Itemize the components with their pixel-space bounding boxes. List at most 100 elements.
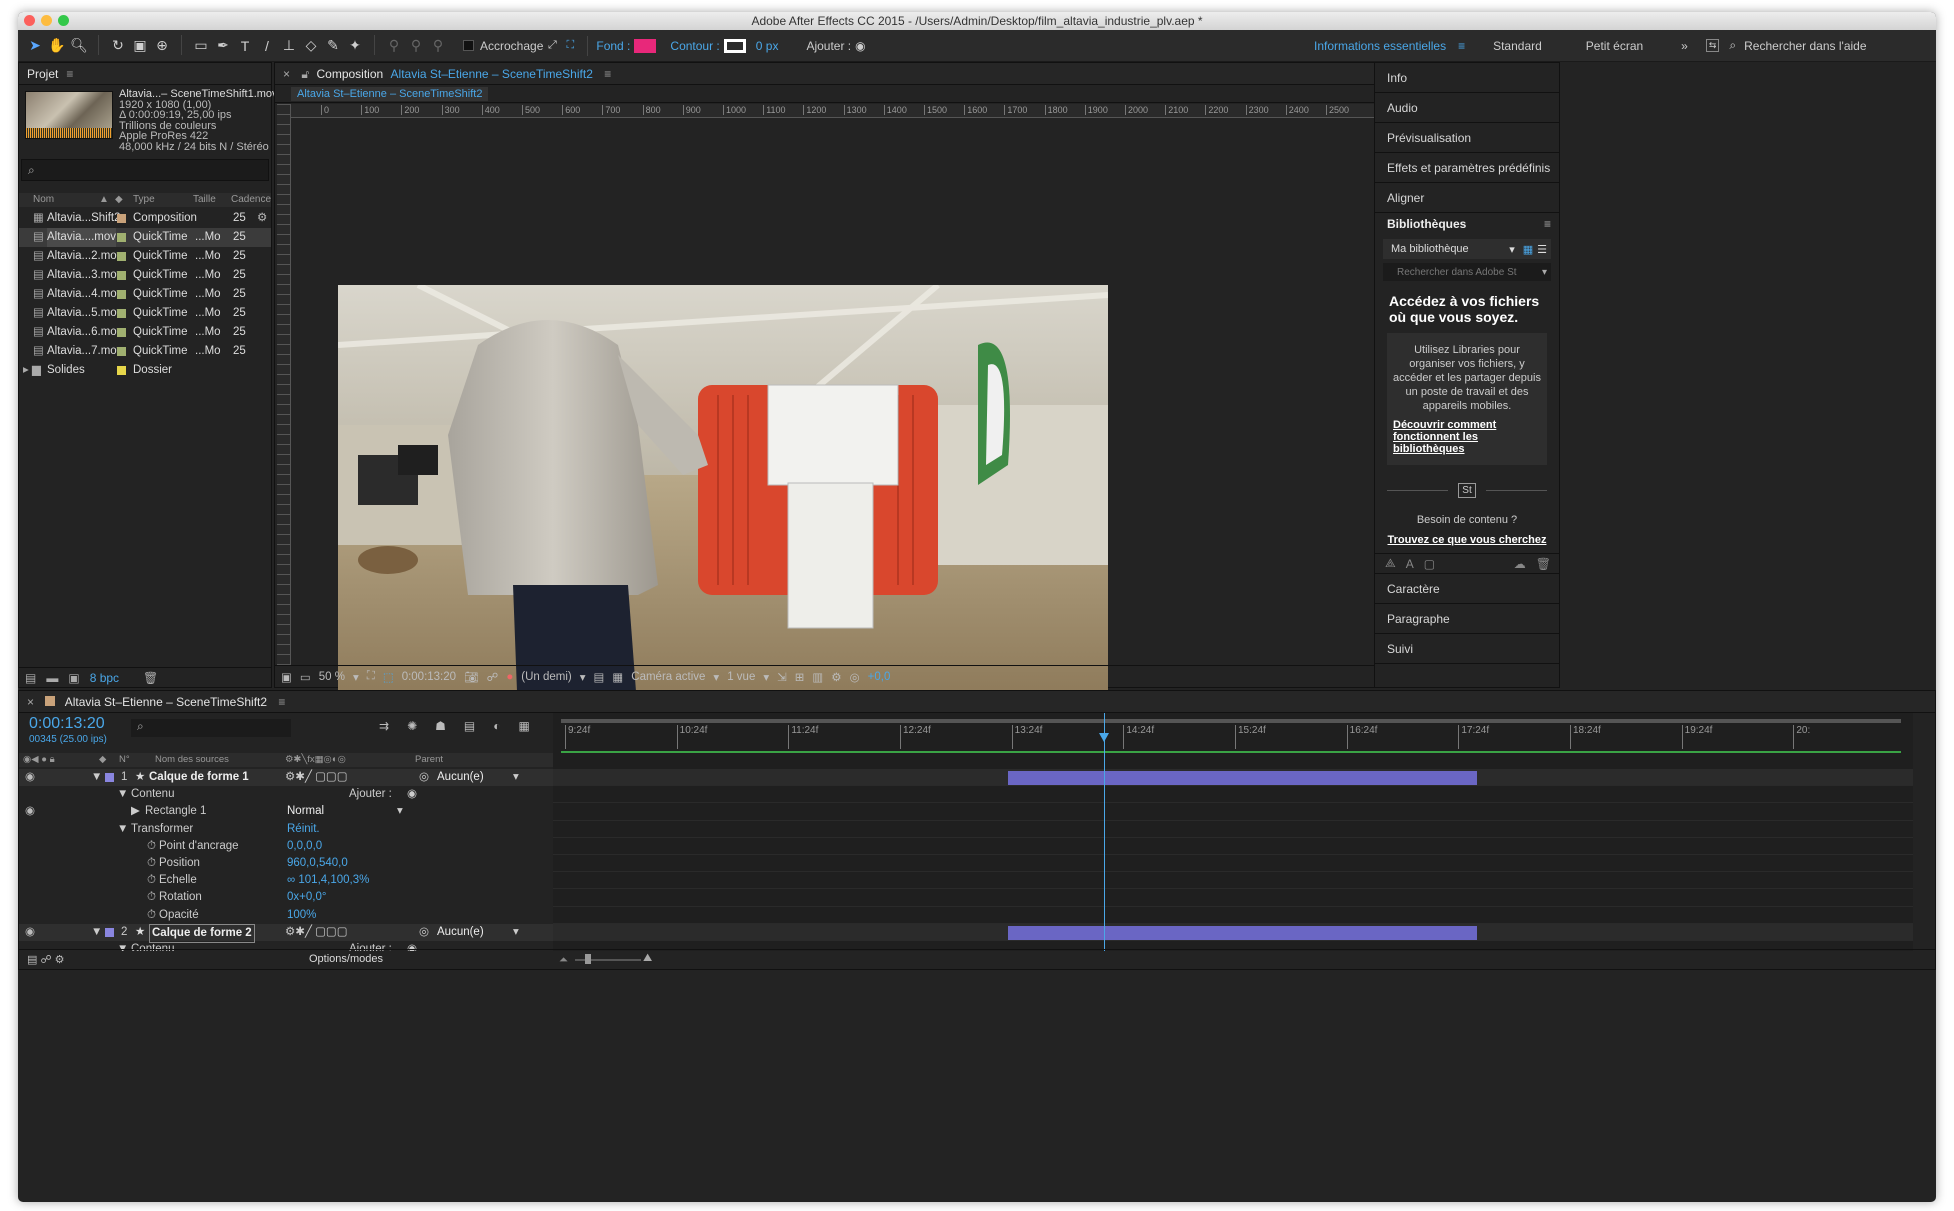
project-item[interactable]: ▤ Altavia...6.mov QuickTime ...Mo 25: [19, 323, 271, 342]
snap-edge-icon[interactable]: ⤢: [543, 35, 561, 57]
draft-3d-icon[interactable]: ✺: [407, 719, 417, 733]
list-view-icon[interactable]: ☰: [1537, 243, 1547, 256]
col-number[interactable]: N°: [119, 753, 130, 767]
chevron-down-icon[interactable]: ▾: [513, 924, 519, 941]
libraries-title[interactable]: Bibliothèques: [1387, 217, 1466, 231]
camera-tool-icon[interactable]: ▣: [129, 35, 151, 57]
new-folder-icon[interactable]: ▬: [46, 671, 58, 685]
panel-tab-bottom-1[interactable]: Paragraphe: [1375, 604, 1559, 634]
stroke-color-swatch[interactable]: [723, 38, 746, 53]
layer-name[interactable]: Calque de forme 1: [149, 769, 249, 786]
libraries-learn-link[interactable]: Découvrir comment fonctionnent les bibli…: [1393, 419, 1541, 455]
exposure-reset-icon[interactable]: ◎: [850, 670, 860, 684]
timeline-icon[interactable]: ▥: [812, 670, 823, 684]
pen-tool-icon[interactable]: ✒: [212, 35, 234, 57]
workspace-essentials[interactable]: Informations essentielles: [1314, 39, 1446, 53]
close-tab-icon[interactable]: ×: [27, 695, 34, 709]
work-area-bar[interactable]: [561, 719, 1901, 723]
zoom-tool-icon[interactable]: 🔍︎: [68, 35, 90, 57]
property-value[interactable]: Ajouter :: [349, 786, 392, 803]
panel-tab-4[interactable]: Aligner: [1375, 183, 1559, 213]
search-help-field[interactable]: Rechercher dans l'aide: [1744, 39, 1866, 53]
label-color-swatch[interactable]: [117, 271, 126, 280]
stroke-width-field[interactable]: 0 px: [756, 39, 779, 53]
flowchart-icon[interactable]: ⚙: [257, 209, 267, 228]
property-row[interactable]: ⏱ Echelle ∞ 101,4,100,3%: [19, 872, 553, 889]
zoom-slider-handle[interactable]: [585, 954, 591, 964]
zoom-out-icon[interactable]: ⏶: [559, 954, 568, 967]
region-of-interest-icon[interactable]: ▤: [594, 670, 605, 684]
exposure-value[interactable]: +0,0: [868, 671, 891, 683]
add-text-icon[interactable]: A: [1406, 557, 1414, 571]
title-safe-icon[interactable]: ⬚: [383, 670, 394, 684]
snap-features-icon[interactable]: ⛶: [561, 35, 579, 57]
property-row[interactable]: ⏱ Rotation 0x+0,0°: [19, 889, 553, 906]
minimize-window-button[interactable]: [41, 15, 52, 26]
frame-blending-icon[interactable]: ▤: [464, 719, 475, 733]
parent-dropdown[interactable]: Aucun(e): [437, 924, 484, 941]
layer-row[interactable]: ◉ ▼ 1 ★ Calque de forme 1 ⚙✱╱ ▢▢▢ ◎ Aucun(e) ▾: [19, 769, 553, 786]
parent-dropdown[interactable]: Aucun(e): [437, 769, 484, 786]
chevron-down-icon[interactable]: ▾: [397, 803, 403, 820]
project-item[interactable]: ▸ ▆ Solides Dossier: [19, 361, 271, 380]
project-search-input[interactable]: ⌕: [21, 159, 269, 181]
label-color-swatch[interactable]: [117, 290, 126, 299]
layer-switches-icon[interactable]: ⚙✱╱ ▢▢▢: [285, 769, 348, 786]
layer-row[interactable]: ◉ ▼ 2 ★ Calque de forme 2 ⚙✱╱ ▢▢▢ ◎ Aucun(e) ▾: [19, 923, 553, 943]
timeline-menu-icon[interactable]: ≡: [278, 695, 285, 709]
layer-duration-bar[interactable]: [1007, 925, 1477, 940]
panel-menu-icon[interactable]: ≡: [66, 67, 73, 81]
comp-panel-menu-icon[interactable]: ≡: [604, 67, 611, 81]
panel-tab-0[interactable]: Info: [1375, 63, 1559, 93]
chevron-down-icon[interactable]: ▾: [763, 670, 769, 684]
property-value[interactable]: 960,0,540,0: [287, 855, 348, 872]
label-color-swatch[interactable]: [117, 214, 126, 223]
toggle-pixel-icon[interactable]: ⇲: [777, 670, 787, 684]
layer-label-color[interactable]: [105, 927, 114, 937]
property-value[interactable]: Normal: [287, 803, 324, 820]
bit-depth-button[interactable]: 8 bpc: [90, 671, 119, 685]
col-name[interactable]: Nom: [33, 193, 54, 207]
comp-subtab[interactable]: Altavia St–Etienne – SceneTimeShift2: [291, 86, 489, 101]
property-row[interactable]: ⏱ Opacité 100%: [19, 907, 553, 924]
add-graphic-icon[interactable]: ▢: [1424, 557, 1435, 571]
toggle-switches-modes[interactable]: Options/modes: [309, 953, 383, 965]
fill-color-swatch[interactable]: [634, 38, 657, 53]
property-row[interactable]: ◉ ▶ Rectangle 1 Normal ▾: [19, 803, 553, 820]
comp-viewer-frame[interactable]: [338, 285, 1108, 718]
library-select[interactable]: Ma bibliothèque ▾ ▦ ☰: [1383, 239, 1551, 259]
stopwatch-icon[interactable]: ⏱: [147, 838, 156, 855]
axis-local-icon[interactable]: ⚲: [383, 35, 405, 57]
close-window-button[interactable]: [24, 15, 35, 26]
comp-mini-flowchart-icon[interactable]: ⇉: [379, 719, 389, 733]
visibility-eye-icon[interactable]: ◉: [25, 769, 35, 786]
expand-triangle-icon[interactable]: ▶: [131, 803, 140, 820]
channel-icon[interactable]: ●: [506, 671, 513, 683]
col-size[interactable]: Taille: [193, 193, 216, 207]
property-row[interactable]: ⏱ Position 960,0,540,0: [19, 855, 553, 872]
transparency-grid-icon[interactable]: ▦: [612, 670, 623, 684]
monitor-icon[interactable]: ▭: [300, 670, 311, 684]
fit-icon[interactable]: ⛶: [367, 670, 375, 683]
visibility-eye-icon[interactable]: ◉: [25, 924, 35, 941]
stopwatch-icon[interactable]: ⏱: [147, 889, 156, 906]
chevron-down-icon[interactable]: ▾: [1542, 267, 1547, 278]
expand-triangle-icon[interactable]: ▼: [117, 786, 128, 803]
pickwhip-icon[interactable]: ◎: [419, 924, 429, 941]
chevron-down-icon[interactable]: ▾: [713, 670, 719, 684]
eraser-tool-icon[interactable]: ◇: [300, 35, 322, 57]
fast-previews-icon[interactable]: ⊞: [795, 670, 805, 684]
property-value[interactable]: 0x+0,0°: [287, 889, 326, 906]
add-menu-icon[interactable]: ◉: [407, 786, 417, 803]
project-item[interactable]: ▤ Altavia...5.mov QuickTime ...Mo 25: [19, 304, 271, 323]
expand-triangle-icon[interactable]: ▼: [117, 821, 128, 838]
layer-label-color[interactable]: [105, 773, 114, 782]
project-item[interactable]: ▤ Altavia...3.mov QuickTime ...Mo 25: [19, 266, 271, 285]
new-composition-icon[interactable]: ▣: [68, 671, 79, 685]
hand-tool-icon[interactable]: ✋: [46, 35, 68, 57]
label-color-swatch[interactable]: [117, 233, 126, 242]
find-stock-link[interactable]: Trouvez ce que vous cherchez parmi des m…: [1375, 534, 1559, 547]
project-item[interactable]: ▤ Altavia...7.mov QuickTime ...Mo 25: [19, 342, 271, 361]
project-item[interactable]: ▤ Altavia...4.mov QuickTime ...Mo 25: [19, 285, 271, 304]
puppet-pin-tool-icon[interactable]: ✦: [344, 35, 366, 57]
